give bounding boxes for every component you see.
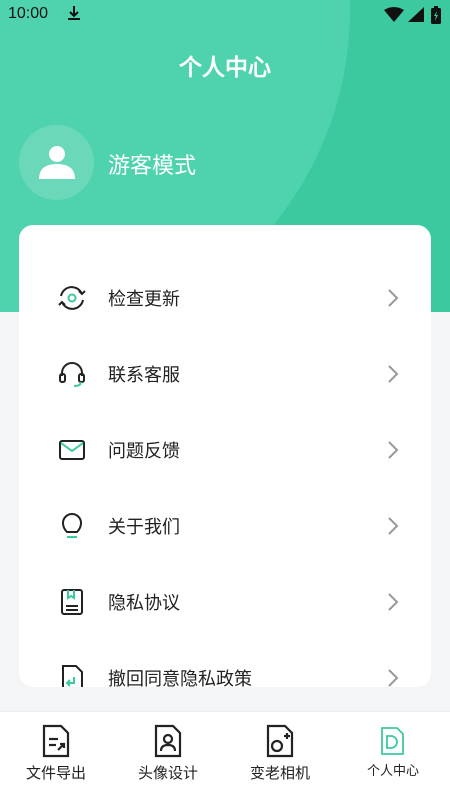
- menu-item-about-us[interactable]: 关于我们: [19, 496, 431, 556]
- profile-icon: [377, 724, 409, 762]
- menu-item-feedback[interactable]: 问题反馈: [19, 420, 431, 480]
- menu-item-privacy-agreement[interactable]: 隐私协议: [19, 572, 431, 632]
- menu-item-label: 联系客服: [108, 365, 180, 386]
- lightbulb-icon: [57, 511, 87, 541]
- bottom-nav: 文件导出 头像设计 变老相机 个人中心: [0, 711, 450, 800]
- file-export-icon: [40, 724, 72, 762]
- chevron-right-icon: [387, 668, 399, 687]
- nav-label: 变老相机: [249, 764, 310, 782]
- nav-tab-aging-camera[interactable]: 变老相机: [224, 712, 336, 800]
- document-return-icon: [57, 663, 87, 687]
- status-bar: 10:00: [0, 0, 450, 32]
- refresh-eye-icon: [57, 283, 87, 313]
- menu-card: 检查更新 联系客服 问题反馈 关于我们 隐私协议 撤回同意隐私政策: [19, 225, 431, 687]
- menu-item-label: 撤回同意隐私政策: [108, 669, 252, 687]
- menu-item-revoke-privacy-consent[interactable]: 撤回同意隐私政策: [19, 648, 431, 687]
- menu-item-label: 关于我们: [108, 517, 180, 538]
- menu-item-label: 隐私协议: [108, 593, 180, 614]
- chevron-right-icon: [387, 516, 399, 540]
- headset-icon: [57, 359, 87, 389]
- status-time: 10:00: [8, 5, 49, 22]
- nav-label: 文件导出: [25, 764, 86, 782]
- download-icon: [66, 5, 82, 25]
- nav-tab-profile[interactable]: 个人中心: [337, 712, 449, 800]
- nav-tab-file-export[interactable]: 文件导出: [0, 712, 112, 800]
- screen: 10:00 个人中心 游客模式 检查更新 联系客服 问题反馈 关于我们 隐私协议…: [0, 0, 450, 800]
- nav-tab-avatar-design[interactable]: 头像设计: [112, 712, 224, 800]
- avatar[interactable]: [19, 125, 94, 200]
- profile-name[interactable]: 游客模式: [108, 148, 196, 180]
- menu-item-contact-support[interactable]: 联系客服: [19, 344, 431, 404]
- user-icon: [39, 146, 75, 179]
- page-title: 个人中心: [179, 55, 271, 81]
- nav-label: 头像设计: [137, 764, 198, 782]
- battery-icon: [431, 6, 441, 28]
- aging-camera-icon: [264, 724, 296, 762]
- menu-item-label: 问题反馈: [108, 441, 180, 462]
- menu-item-label: 检查更新: [108, 289, 180, 310]
- menu-item-check-update[interactable]: 检查更新: [19, 268, 431, 328]
- chevron-right-icon: [387, 288, 399, 312]
- document-icon: [57, 587, 87, 617]
- wifi-icon: [384, 7, 404, 27]
- avatar-design-icon: [152, 724, 184, 762]
- nav-label: 个人中心: [366, 764, 419, 779]
- mail-icon: [57, 435, 87, 465]
- chevron-right-icon: [387, 440, 399, 464]
- chevron-right-icon: [387, 364, 399, 388]
- signal-icon: [408, 7, 426, 27]
- chevron-right-icon: [387, 592, 399, 616]
